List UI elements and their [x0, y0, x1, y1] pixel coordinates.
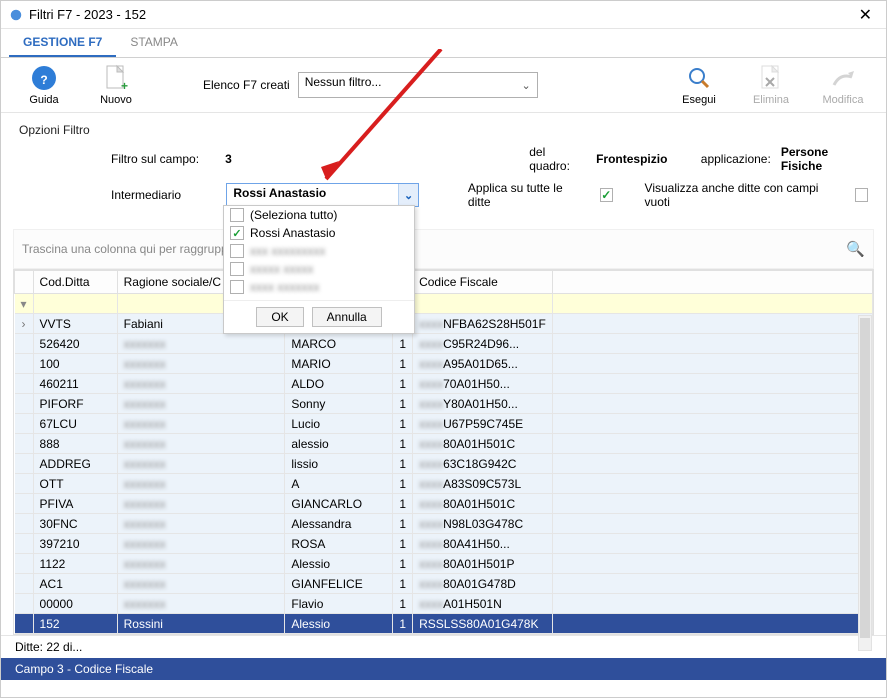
quadro-label: del quadro: — [529, 145, 586, 173]
filter-icon[interactable]: ▾ — [15, 294, 34, 314]
tab-stampa[interactable]: STAMPA — [116, 29, 192, 57]
elenco-label: Elenco F7 creati — [203, 78, 290, 92]
quadro-value: Frontespizio — [596, 152, 691, 166]
table-row[interactable]: 888xxxxxxxalessio1xxxx80A01H501C — [15, 434, 873, 454]
table-row[interactable]: PIFORFxxxxxxxSonny1xxxxY80A01H50... — [15, 394, 873, 414]
group-drag-zone[interactable]: Trascina una colonna qui per raggruppxxx… — [13, 229, 874, 269]
delete-icon — [757, 64, 785, 92]
checkbox-checked-icon[interactable]: ✓ — [230, 226, 244, 240]
filter-cf[interactable] — [413, 294, 553, 314]
intermed-label: Intermediario — [111, 188, 216, 202]
intermediario-dropdown[interactable]: (Seleziona tutto) ✓ Rossi Anastasio xxx … — [223, 205, 415, 334]
table-row[interactable]: PFIVAxxxxxxxGIANCARLO1xxxx80A01H501C — [15, 494, 873, 514]
checkbox-icon[interactable] — [230, 262, 244, 276]
col-cf[interactable]: Codice Fiscale — [413, 271, 553, 294]
data-grid[interactable]: Cod.Ditta Ragione sociale/C Codice Fisca… — [14, 270, 873, 634]
table-row[interactable]: 526420xxxxxxxMARCO1xxxxC95R24D96... — [15, 334, 873, 354]
applica-tutte-label: Applica su tutte le ditte — [468, 181, 584, 209]
checkbox-icon[interactable] — [230, 208, 244, 222]
vertical-scrollbar[interactable] — [858, 315, 872, 651]
table-row[interactable]: AC1xxxxxxxGIANFELICE1xxxx80A01G478D — [15, 574, 873, 594]
table-row[interactable]: 67LCUxxxxxxxLucio1xxxxU67P59C745E — [15, 414, 873, 434]
elenco-select[interactable]: Nessun filtro... ⌄ — [298, 72, 538, 98]
window-title: Filtri F7 - 2023 - 152 — [29, 7, 146, 22]
table-row[interactable]: 100xxxxxxxMARIO1xxxxA95A01D65... — [15, 354, 873, 374]
vis-vuoti-label: Visualizza anche ditte con campi vuoti — [645, 181, 839, 209]
new-button[interactable]: + Nuovo — [87, 64, 145, 106]
dropdown-select-all[interactable]: (Seleziona tutto) — [224, 206, 414, 224]
close-icon[interactable]: ✕ — [853, 3, 878, 27]
svg-text:+: + — [121, 79, 128, 92]
chevron-down-icon: ⌄ — [522, 79, 531, 92]
svg-text:?: ? — [40, 73, 47, 87]
status-bar: Campo 3 - Codice Fiscale — [1, 658, 886, 680]
options-title: Opzioni Filtro — [1, 113, 886, 143]
help-icon: ? — [30, 64, 58, 92]
search-icon — [685, 64, 713, 92]
table-row[interactable]: OTTxxxxxxxA1xxxxA83S09C573L — [15, 474, 873, 494]
table-row[interactable]: 30FNCxxxxxxxAlessandra1xxxxN98L03G478C — [15, 514, 873, 534]
modifica-button[interactable]: Modifica — [814, 64, 872, 106]
app-icon — [9, 8, 23, 22]
dropdown-opt-4[interactable]: xxxxx xxxxx — [224, 260, 414, 278]
campo-label: Filtro sul campo: — [111, 152, 215, 166]
app-label: applicazione: — [701, 152, 771, 166]
edit-icon — [829, 64, 857, 92]
help-button[interactable]: ? Guida — [15, 64, 73, 106]
table-row[interactable]: 1122xxxxxxxAlessio1xxxx80A01H501P — [15, 554, 873, 574]
filter-cod[interactable] — [33, 294, 117, 314]
dropdown-ok-button[interactable]: OK — [256, 307, 303, 327]
esegui-button[interactable]: Esegui — [670, 64, 728, 106]
app-value: Persone Fisiche — [781, 145, 868, 173]
dropdown-opt-5[interactable]: xxxx xxxxxxx — [224, 278, 414, 296]
vis-vuoti-check[interactable] — [855, 188, 869, 202]
col-cod[interactable]: Cod.Ditta — [33, 271, 117, 294]
checkbox-icon[interactable] — [230, 244, 244, 258]
table-row[interactable]: ADDREGxxxxxxxlissio1xxxx63C18G942C — [15, 454, 873, 474]
new-icon: + — [102, 64, 130, 92]
table-row[interactable]: 00000xxxxxxxFlavio1xxxxA01H501N — [15, 594, 873, 614]
table-row[interactable]: 152RossiniAlessio1RSSLSS80A01G478K — [15, 614, 873, 634]
dropdown-opt-rossi[interactable]: ✓ Rossi Anastasio — [224, 224, 414, 242]
table-row[interactable]: 397210xxxxxxxROSA1xxxx80A41H50... — [15, 534, 873, 554]
campo-value: 3 — [225, 152, 320, 166]
grid-footer: Ditte: 22 di... — [1, 635, 886, 658]
dropdown-opt-3[interactable]: xxx xxxxxxxxx — [224, 242, 414, 260]
dropdown-cancel-button[interactable]: Annulla — [312, 307, 382, 327]
table-row[interactable]: 460211xxxxxxxALDO1xxxx70A01H50... — [15, 374, 873, 394]
applica-tutte-check[interactable]: ✓ — [600, 188, 614, 202]
intermediario-select[interactable]: Rossi Anastasio ⌄ — [226, 183, 419, 207]
elimina-button[interactable]: Elimina — [742, 64, 800, 106]
table-row[interactable]: ›VVTSFabianixxxxNFBA62S28H501F — [15, 314, 873, 334]
grid-search-icon[interactable]: 🔍 — [846, 240, 865, 258]
tab-gestione[interactable]: GESTIONE F7 — [9, 29, 116, 57]
checkbox-icon[interactable] — [230, 280, 244, 294]
chevron-down-icon[interactable]: ⌄ — [398, 184, 418, 206]
